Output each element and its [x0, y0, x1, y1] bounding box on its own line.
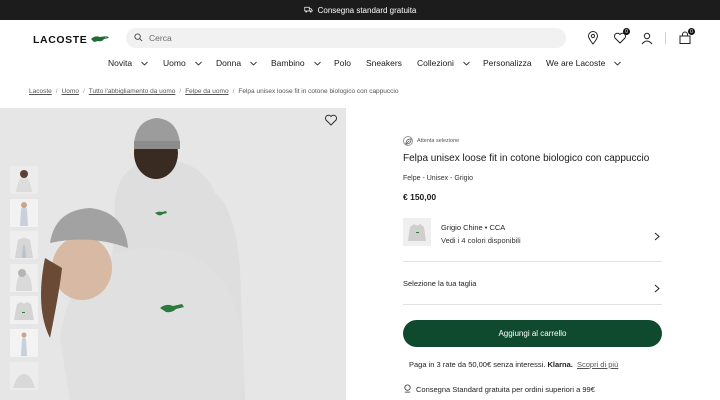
chevron-down-icon	[614, 61, 622, 66]
shipping-info: Consegna Standard gratuita per ordini su…	[403, 384, 595, 395]
nav-item-label: Polo	[334, 58, 352, 68]
add-to-cart-button[interactable]: Aggiungi al carrello	[403, 320, 662, 347]
breadcrumb-separator: /	[82, 88, 85, 95]
chevron-down-icon	[313, 61, 321, 66]
search-icon	[134, 29, 143, 47]
nav-item-label: We are Lacoste	[546, 58, 606, 68]
klarna-learn-more-link[interactable]: Scopri di più	[577, 360, 618, 369]
product-price: € 150,00	[403, 192, 437, 202]
search-bar[interactable]	[126, 28, 566, 48]
lacoste-logo[interactable]: LACOSTE	[33, 31, 110, 49]
breadcrumb-link[interactable]: Lacoste	[29, 88, 52, 95]
klarna-text: Paga in 3 rate da 50,00€ senza interessi…	[409, 360, 546, 369]
chevron-right-icon	[654, 228, 660, 241]
wishlist-toggle[interactable]	[324, 113, 338, 127]
nav-item-collezioni[interactable]: Collezioni	[417, 58, 470, 68]
heart-icon	[324, 114, 338, 126]
section-divider	[403, 304, 662, 305]
chevron-right-icon	[654, 280, 660, 293]
color-name: Grigio Chine • CCA	[441, 223, 506, 232]
thumbnail[interactable]	[10, 328, 38, 357]
thumbnail[interactable]	[10, 231, 38, 260]
chevron-down-icon	[194, 61, 202, 66]
wishlist-button[interactable]: 0	[613, 28, 630, 45]
nav-item-uomo[interactable]: Uomo	[163, 58, 202, 68]
product-main-image[interactable]	[0, 108, 346, 400]
thumbnail[interactable]	[10, 361, 38, 390]
header-divider	[665, 32, 666, 44]
logo-text: LACOSTE	[33, 34, 88, 46]
bag-button[interactable]: 0	[678, 28, 695, 45]
announcement-text: Consegna standard gratuita	[317, 5, 417, 15]
badge-label: Attenta selezione	[417, 138, 460, 144]
product-title: Felpa unisex loose fit in cotone biologi…	[403, 153, 650, 164]
delivery-truck-icon	[304, 5, 313, 16]
chevron-down-icon	[463, 61, 470, 66]
nav-item-bambino[interactable]: Bambino	[271, 58, 321, 68]
nav-item-sneakers[interactable]: Sneakers	[366, 58, 402, 68]
breadcrumb-current: Felpa unisex loose fit in cotone biologi…	[238, 88, 399, 95]
delivery-icon	[403, 384, 412, 395]
size-label: Selezione la tua taglia	[403, 279, 477, 288]
klarna-brand: Klarna.	[547, 360, 573, 369]
site-header: LACOSTE 0 0	[0, 20, 720, 56]
klarna-installments: Paga in 3 rate da 50,00€ senza interessi…	[409, 360, 618, 369]
leaf-icon	[403, 136, 413, 146]
breadcrumb-separator: /	[55, 88, 58, 95]
nav-item-donna[interactable]: Donna	[216, 58, 257, 68]
breadcrumb-link[interactable]: Uomo	[62, 88, 79, 95]
bag-count-badge: 0	[688, 28, 695, 35]
search-input[interactable]	[149, 33, 549, 43]
wishlist-count-badge: 0	[623, 28, 630, 35]
nav-item-label: Sneakers	[366, 58, 402, 68]
store-locator-icon[interactable]	[586, 31, 600, 45]
breadcrumb-link[interactable]: Felpe da uomo	[185, 88, 228, 95]
nav-item-label: Uomo	[163, 58, 186, 68]
size-selector[interactable]: Selezione la tua taglia	[403, 270, 661, 298]
thumbnail[interactable]	[10, 263, 38, 292]
nav-item-novita[interactable]: Novita	[108, 58, 148, 68]
shipping-text: Consegna Standard gratuita per ordini su…	[416, 385, 595, 394]
breadcrumb-link[interactable]: Tutto l'abbigliamento da uomo	[89, 88, 176, 95]
breadcrumb-separator: /	[232, 88, 235, 95]
crocodile-icon	[90, 31, 110, 49]
user-icon[interactable]	[640, 31, 654, 45]
thumbnail-strip	[10, 166, 40, 394]
nav-item-personalizza[interactable]: Personalizza	[483, 58, 532, 68]
nav-item-polo[interactable]: Polo	[334, 58, 351, 68]
thumbnail[interactable]	[10, 296, 38, 325]
color-count: Vedi i 4 colori disponibili	[441, 236, 521, 245]
announcement-bar: Consegna standard gratuita	[0, 0, 720, 20]
color-swatch	[403, 218, 431, 246]
nav-item-we-are-lacoste[interactable]: We are Lacoste	[546, 58, 622, 68]
nav-item-label: Personalizza	[483, 58, 532, 68]
nav-item-label: Collezioni	[417, 58, 454, 68]
section-divider	[403, 261, 662, 262]
chevron-down-icon	[250, 61, 257, 66]
sustainability-badge: Attenta selezione	[403, 136, 459, 146]
thumbnail[interactable]	[10, 198, 38, 227]
thumbnail[interactable]	[10, 166, 38, 194]
nav-item-label: Bambino	[271, 58, 305, 68]
nav-item-label: Donna	[216, 58, 242, 68]
breadcrumb-separator: /	[179, 88, 182, 95]
product-meta: Felpe - Unisex - Grigio	[403, 175, 474, 182]
color-selector[interactable]: Grigio Chine • CCA Vedi i 4 colori dispo…	[403, 218, 661, 248]
chevron-down-icon	[141, 61, 148, 66]
main-nav: Novita Uomo Donna Bambino Polo Sneakers …	[0, 56, 720, 72]
nav-item-label: Novita	[108, 58, 133, 68]
breadcrumb: Lacoste / Uomo / Tutto l'abbigliamento d…	[29, 88, 398, 95]
